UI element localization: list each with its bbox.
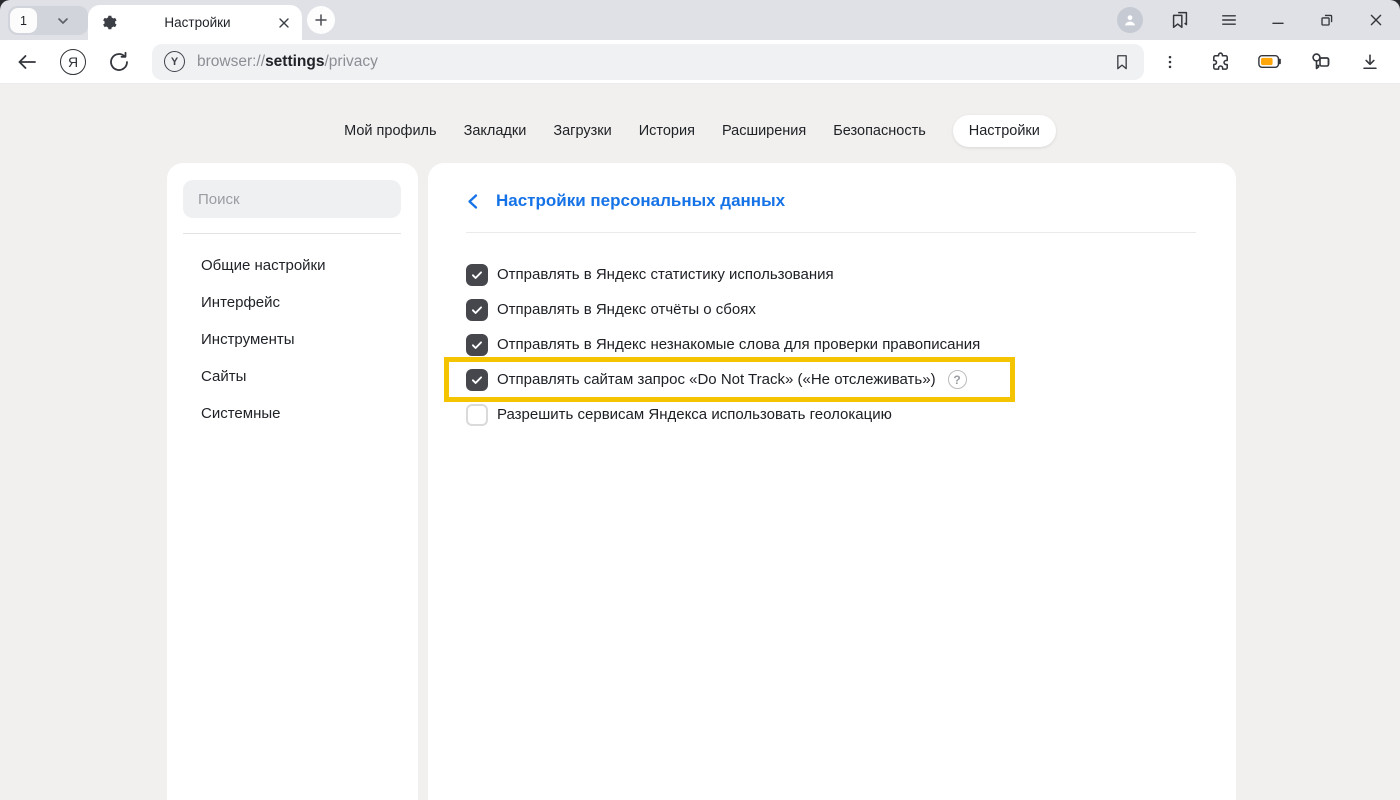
search-input[interactable]: [183, 180, 401, 218]
sidebar-item[interactable]: Системные: [183, 395, 401, 432]
sidebar-item[interactable]: Общие настройки: [183, 247, 401, 284]
close-window-icon[interactable]: [1364, 8, 1388, 32]
sidebar-item[interactable]: Интерфейс: [183, 284, 401, 321]
bookmark-flag-icon[interactable]: [1112, 52, 1132, 72]
nav-tab[interactable]: Безопасность: [833, 123, 926, 139]
address-bar[interactable]: Y browser://settings/privacy: [152, 44, 1144, 80]
privacy-settings-list: Отправлять в Яндекс статистику использов…: [466, 257, 1196, 432]
side-panel-bookmarks-icon[interactable]: [1168, 8, 1192, 32]
help-icon[interactable]: ?: [948, 370, 967, 389]
browser-tab-settings[interactable]: Настройки: [88, 5, 302, 40]
nav-tab[interactable]: Расширения: [722, 123, 806, 139]
chevron-down-icon[interactable]: [37, 14, 88, 28]
privacy-setting-row: Отправлять в Яндекс отчёты о сбоях: [466, 292, 756, 327]
sidebar-item[interactable]: Инструменты: [183, 321, 401, 358]
checkbox[interactable]: [466, 264, 488, 286]
download-icon[interactable]: [1358, 50, 1382, 74]
toolbar-right-icons: [1158, 50, 1382, 74]
nav-tab[interactable]: История: [639, 123, 695, 139]
yandex-logo-icon: Я: [60, 49, 86, 75]
tab-counter-badge[interactable]: 1: [10, 8, 37, 33]
checkbox-label: Отправлять сайтам запрос «Do Not Track» …: [497, 371, 936, 388]
titlebar-controls: [1117, 0, 1388, 40]
settings-sidebar: Общие настройкиИнтерфейсИнструментыСайты…: [167, 163, 418, 800]
privacy-setting-row: Отправлять сайтам запрос «Do Not Track» …: [466, 362, 967, 397]
checkbox[interactable]: [466, 404, 488, 426]
heading-divider: [466, 232, 1196, 233]
checkbox-label: Отправлять в Яндекс незнакомые слова для…: [497, 336, 980, 353]
privacy-setting-row: Отправлять в Яндекс статистику использов…: [466, 257, 834, 292]
back-button[interactable]: [14, 49, 40, 75]
privacy-setting-row: Отправлять в Яндекс незнакомые слова для…: [466, 327, 980, 362]
url-text: browser://settings/privacy: [197, 53, 378, 71]
checkbox[interactable]: [466, 299, 488, 321]
settings-nav-tabs: Мой профиль Закладки Загрузки История Расшир…: [0, 114, 1400, 148]
titlebar: 1 Настройки: [0, 0, 1400, 40]
checkbox[interactable]: [466, 369, 488, 391]
sidebar-section-list: Общие настройкиИнтерфейсИнструментыСайты…: [183, 247, 401, 432]
extensions-puzzle-icon[interactable]: [1208, 50, 1232, 74]
sidebar-divider: [183, 233, 401, 234]
section-heading: Настройки персональных данных: [466, 191, 1196, 211]
checkbox-label: Разрешить сервисам Яндекса использовать …: [497, 406, 892, 423]
settings-page: Мой профиль Закладки Загрузки История Расшир…: [0, 84, 1400, 800]
back-chevron-icon[interactable]: [466, 193, 479, 210]
minimize-icon[interactable]: [1266, 8, 1290, 32]
sidebar-item[interactable]: Сайты: [183, 358, 401, 395]
restore-window-icon[interactable]: [1315, 8, 1339, 32]
menu-icon[interactable]: [1217, 8, 1241, 32]
settings-main-panel: Настройки персональных данных Отправлять…: [428, 163, 1236, 800]
checkbox[interactable]: [466, 334, 488, 356]
toolbar: Я Y browser://settings/privacy: [0, 40, 1400, 84]
nav-tab[interactable]: Загрузки: [553, 123, 611, 139]
new-tab-button[interactable]: [307, 6, 335, 34]
kebab-menu-icon[interactable]: [1158, 50, 1182, 74]
browser-window: 1 Настройки: [0, 0, 1400, 800]
tab-close-icon[interactable]: [278, 17, 290, 29]
nav-tab[interactable]: Мой профиль: [344, 123, 436, 139]
yandex-logo-button[interactable]: Я: [60, 49, 86, 75]
gear-icon: [100, 14, 117, 31]
checkbox-label: Отправлять в Яндекс статистику использов…: [497, 266, 834, 283]
checkbox-label: Отправлять в Яндекс отчёты о сбоях: [497, 301, 756, 318]
privacy-setting-row: Разрешить сервисам Яндекса использовать …: [466, 397, 892, 432]
nav-tab[interactable]: Закладки: [464, 123, 527, 139]
page-title: Настройки персональных данных: [496, 191, 785, 211]
battery-icon[interactable]: [1258, 50, 1282, 74]
reload-button[interactable]: [106, 49, 132, 75]
passwords-key-icon[interactable]: [1308, 50, 1332, 74]
tab-title: Настройки: [117, 15, 278, 30]
profile-avatar[interactable]: [1117, 7, 1143, 33]
nav-tab[interactable]: Настройки: [953, 115, 1056, 147]
tab-group-control[interactable]: 1: [8, 6, 88, 35]
site-badge-icon: Y: [164, 51, 185, 72]
